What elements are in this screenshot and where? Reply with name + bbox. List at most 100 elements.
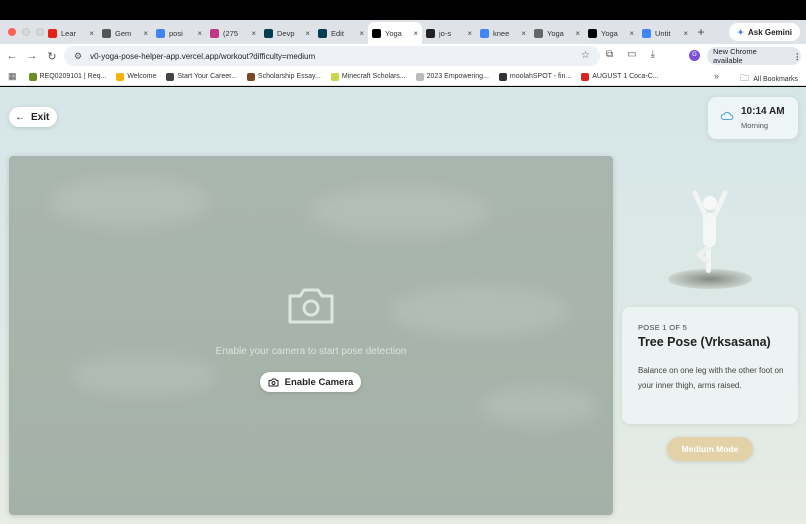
bookmark-item[interactable]: Start Your Career...	[166, 72, 237, 81]
site-settings-icon[interactable]: ⚙	[74, 51, 82, 62]
bookmark-item[interactable]: Welcome	[116, 72, 157, 81]
browser-tab[interactable]: knee ×	[476, 22, 530, 44]
bookmark-item[interactable]: REQ0209101 | Req...	[28, 72, 107, 81]
browser-tab[interactable]: jo-s ×	[422, 22, 476, 44]
maximize-window-button[interactable]	[36, 28, 44, 36]
ask-gemini-button[interactable]: ✦ Ask Gemini	[729, 23, 800, 41]
chatgpt-icon	[534, 28, 543, 38]
tab-strip: Lear × Gem × posi × (275 × Devp × Edit × Yoga × jo-s × k…	[0, 20, 806, 44]
tab-label: knee	[493, 28, 510, 38]
more-menu-icon[interactable]: ⋮	[794, 52, 802, 61]
gemini-sparkle-icon: ✦	[737, 27, 744, 37]
enable-camera-button[interactable]: Enable Camera	[260, 372, 361, 392]
browser-tab[interactable]: Yoga ×	[584, 22, 638, 44]
apps-grid-icon[interactable]: ▦	[8, 71, 17, 82]
new-tab-button[interactable]: +	[692, 25, 710, 39]
browser-tab[interactable]: Untit ×	[638, 22, 692, 44]
tab-label: Devp	[277, 28, 295, 38]
bookmark-favicon-icon	[166, 72, 175, 81]
close-tab-icon[interactable]: ×	[521, 29, 526, 38]
github-icon	[426, 28, 435, 38]
tab-label: Yoga	[385, 28, 402, 38]
new-chrome-label: New Chrome available	[713, 47, 757, 65]
bookmark-item[interactable]: moolahSPOT - fin...	[498, 72, 571, 81]
close-window-button[interactable]	[8, 28, 16, 36]
minimize-window-button[interactable]	[22, 28, 30, 36]
close-tab-icon[interactable]: ×	[683, 29, 688, 38]
difficulty-mode-button[interactable]: Medium Mode	[667, 437, 753, 461]
bookmark-label: Minecraft Scholars...	[341, 73, 406, 80]
bookmark-item[interactable]: Scholarship Essay...	[246, 72, 321, 81]
tab-label: Yoga	[547, 28, 564, 38]
time-of-day: Morning	[741, 121, 769, 130]
bookmark-star-icon[interactable]: ☆	[581, 50, 590, 61]
tab-list: Lear × Gem × posi × (275 × Devp × Edit × Yoga × jo-s × k…	[44, 20, 692, 44]
profile-avatar[interactable]: G	[689, 50, 700, 61]
menu-bar-strip	[0, 0, 806, 20]
close-tab-icon[interactable]: ×	[359, 29, 364, 38]
all-bookmarks-button[interactable]: 🗀 All Bookmarks	[740, 71, 798, 87]
tab-label: (275	[223, 28, 239, 38]
more-bookmarks-chevron-icon[interactable]: »	[714, 71, 719, 81]
bookmark-item[interactable]: AUGUST 1 Coca-C...	[581, 72, 659, 81]
close-tab-icon[interactable]: ×	[575, 29, 580, 38]
v0-icon	[372, 28, 381, 38]
devpost-icon	[264, 28, 273, 38]
close-tab-icon[interactable]: ×	[305, 29, 310, 38]
browser-tab[interactable]: Edit ×	[314, 22, 368, 44]
camera-panel: Enable your camera to start pose detecti…	[9, 156, 613, 515]
cast-icon[interactable]: ▭	[627, 49, 636, 60]
browser-tab[interactable]: Yoga ×	[530, 22, 584, 44]
youtube-icon	[48, 28, 57, 38]
workout-page: ← Exit 10:14 AM Morning Enable your came…	[0, 87, 806, 524]
bookmark-label: 2023 Empowering...	[426, 73, 489, 80]
tab-label: Untit	[655, 28, 671, 38]
browser-tab[interactable]: Gem ×	[98, 22, 152, 44]
camera-icon	[288, 288, 334, 324]
browser-tab[interactable]: (275 ×	[206, 22, 260, 44]
cloud-decoration	[49, 176, 209, 226]
bookmark-label: Start Your Career...	[177, 73, 237, 80]
browser-tab[interactable]: Devp ×	[260, 22, 314, 44]
folder-icon: 🗀	[740, 73, 750, 83]
navigation-bar: ← → ↻ ⚙ v0-yoga-pose-helper-app.vercel.a…	[0, 44, 806, 68]
toolbar-icons: ⧉ ▭ ⤓	[606, 49, 655, 60]
cloud-decoration	[479, 386, 599, 426]
camera-small-icon	[268, 378, 279, 386]
bookmark-favicon-icon	[246, 72, 255, 81]
browser-tab[interactable]: Lear ×	[44, 22, 98, 44]
back-arrow-icon[interactable]: ←	[2, 50, 22, 62]
exit-button[interactable]: ← Exit	[9, 107, 57, 127]
pose-name: Tree Pose (Vrksasana)	[638, 335, 771, 349]
cloud-icon	[720, 111, 734, 121]
close-tab-icon[interactable]: ×	[89, 29, 94, 38]
browser-tab[interactable]: posi ×	[152, 22, 206, 44]
close-tab-icon[interactable]: ×	[467, 29, 472, 38]
address-bar[interactable]: ⚙ v0-yoga-pose-helper-app.vercel.app/wor…	[64, 46, 600, 66]
close-tab-icon[interactable]: ×	[143, 29, 148, 38]
bookmark-label: REQ0209101 | Req...	[39, 73, 107, 80]
tab-label: Lear	[61, 28, 77, 38]
bookmark-item[interactable]: 2023 Empowering...	[415, 72, 489, 81]
new-chrome-available-button[interactable]: New Chrome available ⋮	[707, 47, 801, 65]
openai-icon	[102, 28, 111, 38]
bookmarks-bar: ▦ REQ0209101 | Req... Welcome Start Your C…	[0, 68, 806, 86]
v0-icon	[588, 28, 597, 38]
window-controls	[0, 28, 44, 36]
reload-icon[interactable]: ↻	[42, 50, 62, 63]
extensions-icon[interactable]: ⧉	[606, 49, 613, 60]
cloud-decoration	[309, 186, 489, 236]
close-tab-icon[interactable]: ×	[197, 29, 202, 38]
browser-tab[interactable]: Yoga ×	[368, 22, 422, 44]
close-tab-icon[interactable]: ×	[251, 29, 256, 38]
devpost-icon	[318, 28, 327, 38]
bookmark-list: REQ0209101 | Req... Welcome Start Your Car…	[28, 72, 669, 81]
bookmark-label: Welcome	[127, 73, 157, 80]
close-tab-icon[interactable]: ×	[413, 29, 418, 38]
bookmark-item[interactable]: Minecraft Scholars...	[330, 72, 406, 81]
forward-arrow-icon[interactable]: →	[22, 50, 42, 62]
close-tab-icon[interactable]: ×	[629, 29, 634, 38]
tab-label: Edit	[331, 28, 344, 38]
url-text: v0-yoga-pose-helper-app.vercel.app/worko…	[90, 51, 316, 61]
download-icon[interactable]: ⤓	[651, 49, 655, 60]
